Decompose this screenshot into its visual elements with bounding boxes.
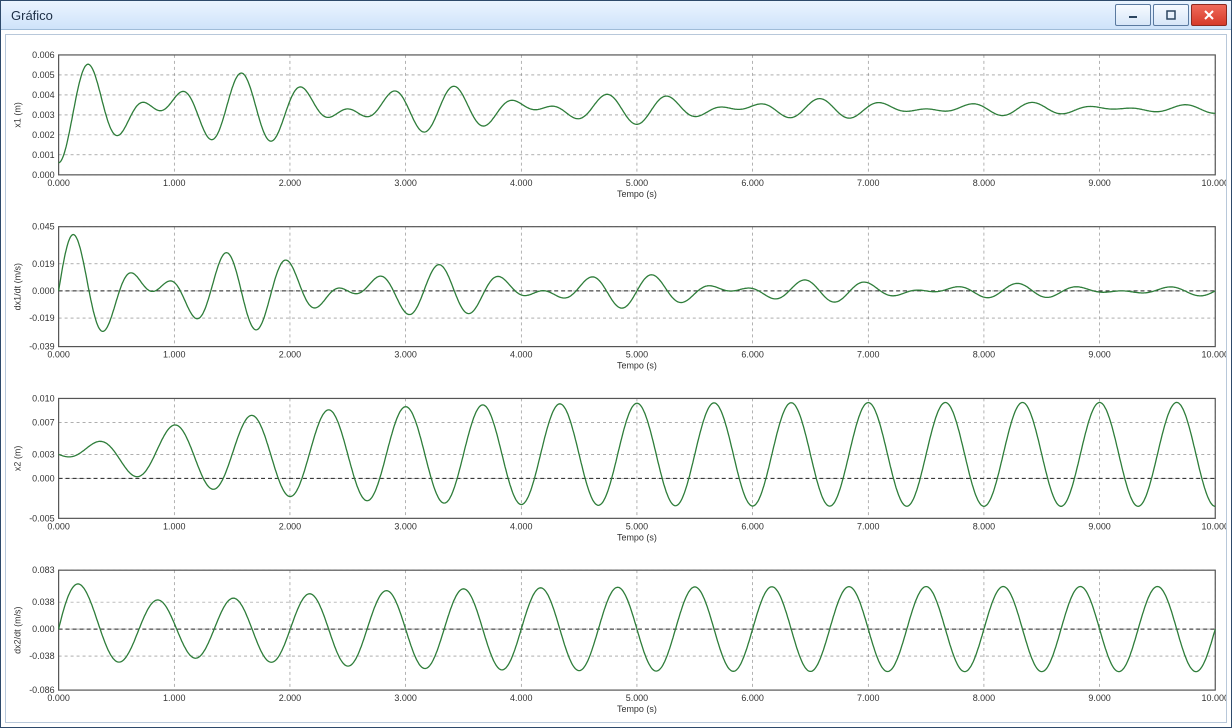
x-axis-label: Tempo (s): [617, 189, 657, 199]
svg-text:0.000: 0.000: [32, 473, 54, 483]
svg-text:7.000: 7.000: [857, 693, 879, 703]
svg-text:0.019: 0.019: [32, 259, 54, 269]
plot-area: 0.000 1.000 2.000 3.000 4.000 5.000 6.000 7.000…: [5, 34, 1227, 723]
x-axis-label: Tempo (s): [617, 361, 657, 371]
svg-text:8.000: 8.000: [973, 693, 995, 703]
svg-text:6.000: 6.000: [741, 178, 763, 188]
svg-text:5.000: 5.000: [626, 350, 648, 360]
svg-text:0.007: 0.007: [32, 417, 54, 427]
svg-text:1.000: 1.000: [163, 178, 185, 188]
svg-text:0.002: 0.002: [32, 130, 54, 140]
charts-root: 0.000 1.000 2.000 3.000 4.000 5.000 6.000 7.000…: [6, 35, 1226, 722]
svg-text:2.000: 2.000: [279, 521, 301, 531]
svg-text:0.010: 0.010: [32, 393, 54, 403]
svg-text:9.000: 9.000: [1088, 178, 1110, 188]
window-buttons: [1115, 4, 1227, 26]
svg-text:10.000: 10.000: [1202, 693, 1226, 703]
svg-text:3.000: 3.000: [394, 521, 416, 531]
svg-text:-0.019: -0.019: [29, 313, 54, 323]
svg-text:1.000: 1.000: [163, 350, 185, 360]
svg-text:8.000: 8.000: [973, 350, 995, 360]
svg-text:3.000: 3.000: [394, 693, 416, 703]
svg-text:0.005: 0.005: [32, 70, 54, 80]
svg-text:9.000: 9.000: [1088, 350, 1110, 360]
chart-panel-2: 0.000 1.000 2.000 3.000 4.000 5.000 6.000 7.000…: [13, 393, 1226, 542]
svg-text:8.000: 8.000: [973, 178, 995, 188]
svg-text:5.000: 5.000: [626, 178, 648, 188]
svg-text:0.003: 0.003: [32, 449, 54, 459]
svg-text:4.000: 4.000: [510, 178, 532, 188]
y-axis-label: x1 (m): [13, 102, 23, 127]
svg-text:7.000: 7.000: [857, 350, 879, 360]
svg-text:8.000: 8.000: [973, 521, 995, 531]
svg-text:0.001: 0.001: [32, 150, 54, 160]
x-axis-label: Tempo (s): [617, 532, 657, 542]
chart-panel-0: 0.000 1.000 2.000 3.000 4.000 5.000 6.000 7.000…: [13, 50, 1226, 199]
svg-text:2.000: 2.000: [279, 693, 301, 703]
svg-text:2.000: 2.000: [279, 350, 301, 360]
minimize-button[interactable]: [1115, 4, 1151, 26]
svg-text:4.000: 4.000: [510, 350, 532, 360]
svg-text:9.000: 9.000: [1088, 521, 1110, 531]
y-axis-label: x2 (m): [13, 446, 23, 471]
svg-text:5.000: 5.000: [626, 521, 648, 531]
svg-text:10.000: 10.000: [1202, 178, 1226, 188]
svg-text:-0.039: -0.039: [29, 342, 54, 352]
svg-text:6.000: 6.000: [741, 521, 763, 531]
svg-text:6.000: 6.000: [741, 350, 763, 360]
svg-text:0.000: 0.000: [32, 170, 54, 180]
svg-text:9.000: 9.000: [1088, 693, 1110, 703]
svg-text:10.000: 10.000: [1202, 350, 1226, 360]
svg-text:0.000: 0.000: [32, 286, 54, 296]
svg-text:7.000: 7.000: [857, 521, 879, 531]
y-axis-label: dx2/dt (m/s): [13, 606, 23, 653]
close-button[interactable]: [1191, 4, 1227, 26]
svg-text:10.000: 10.000: [1202, 521, 1226, 531]
svg-text:0.038: 0.038: [32, 597, 54, 607]
svg-text:-0.038: -0.038: [29, 651, 54, 661]
app-window: Gráfico 0.000 1.000 2.000 3.000 4.000 5.000 6.…: [0, 0, 1232, 728]
svg-text:0.000: 0.000: [32, 624, 54, 634]
titlebar[interactable]: Gráfico: [1, 1, 1231, 30]
svg-text:0.003: 0.003: [32, 110, 54, 120]
svg-text:6.000: 6.000: [741, 693, 763, 703]
svg-text:-0.005: -0.005: [29, 513, 54, 523]
x-axis-label: Tempo (s): [617, 704, 657, 714]
svg-text:4.000: 4.000: [510, 693, 532, 703]
chart-panel-1: 0.000 1.000 2.000 3.000 4.000 5.000 6.000 7.000…: [13, 222, 1226, 371]
svg-text:-0.086: -0.086: [29, 685, 54, 695]
maximize-button[interactable]: [1153, 4, 1189, 26]
chart-panel-3: 0.000 1.000 2.000 3.000 4.000 5.000 6.000 7.000…: [13, 565, 1226, 714]
svg-text:1.000: 1.000: [163, 693, 185, 703]
svg-text:0.045: 0.045: [32, 222, 54, 232]
svg-text:0.006: 0.006: [32, 50, 54, 60]
svg-text:4.000: 4.000: [510, 521, 532, 531]
y-axis-label: dx1/dt (m/s): [13, 263, 23, 310]
svg-text:1.000: 1.000: [163, 521, 185, 531]
svg-text:0.004: 0.004: [32, 90, 54, 100]
svg-text:2.000: 2.000: [279, 178, 301, 188]
svg-text:0.083: 0.083: [32, 565, 54, 575]
window-title: Gráfico: [5, 8, 1115, 23]
svg-text:3.000: 3.000: [394, 350, 416, 360]
svg-text:3.000: 3.000: [394, 178, 416, 188]
svg-text:7.000: 7.000: [857, 178, 879, 188]
svg-text:5.000: 5.000: [626, 693, 648, 703]
